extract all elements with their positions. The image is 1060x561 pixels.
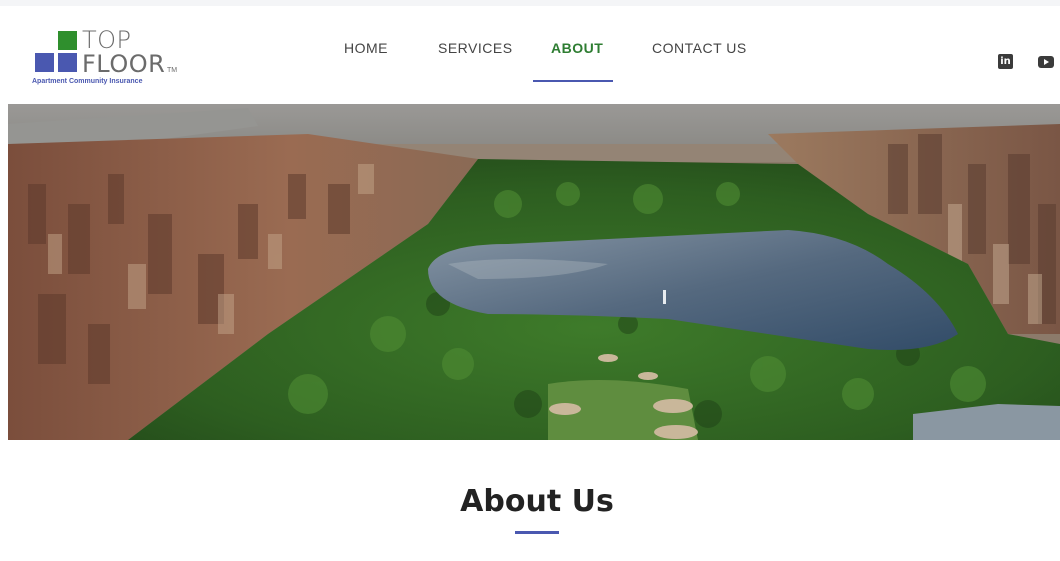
- site-header: TOP FLOOR TM Apartment Community Insuran…: [0, 6, 1060, 104]
- nav-services[interactable]: SERVICES: [438, 40, 513, 56]
- hero-image: [8, 104, 1060, 440]
- logo-square-blue-left: [35, 53, 54, 72]
- brand-logo[interactable]: TOP FLOOR TM Apartment Community Insuran…: [30, 26, 190, 94]
- logo-trademark: TM: [167, 67, 178, 74]
- nav-active-underline: [533, 80, 613, 82]
- logo-square-blue-right: [58, 53, 77, 72]
- logo-square-green: [58, 31, 77, 50]
- youtube-icon[interactable]: [1038, 56, 1054, 68]
- hero-aerial-illustration: [8, 104, 1060, 440]
- logo-tagline: Apartment Community Insurance: [32, 78, 143, 85]
- linkedin-icon[interactable]: in: [998, 54, 1013, 69]
- nav-contact-us[interactable]: CONTACT US: [652, 40, 747, 56]
- logo-text-floor: FLOOR: [82, 50, 166, 78]
- about-title-underline: [515, 531, 559, 534]
- nav-home[interactable]: HOME: [344, 40, 388, 56]
- about-title: About Us: [460, 484, 614, 519]
- nav-about[interactable]: ABOUT: [551, 40, 603, 56]
